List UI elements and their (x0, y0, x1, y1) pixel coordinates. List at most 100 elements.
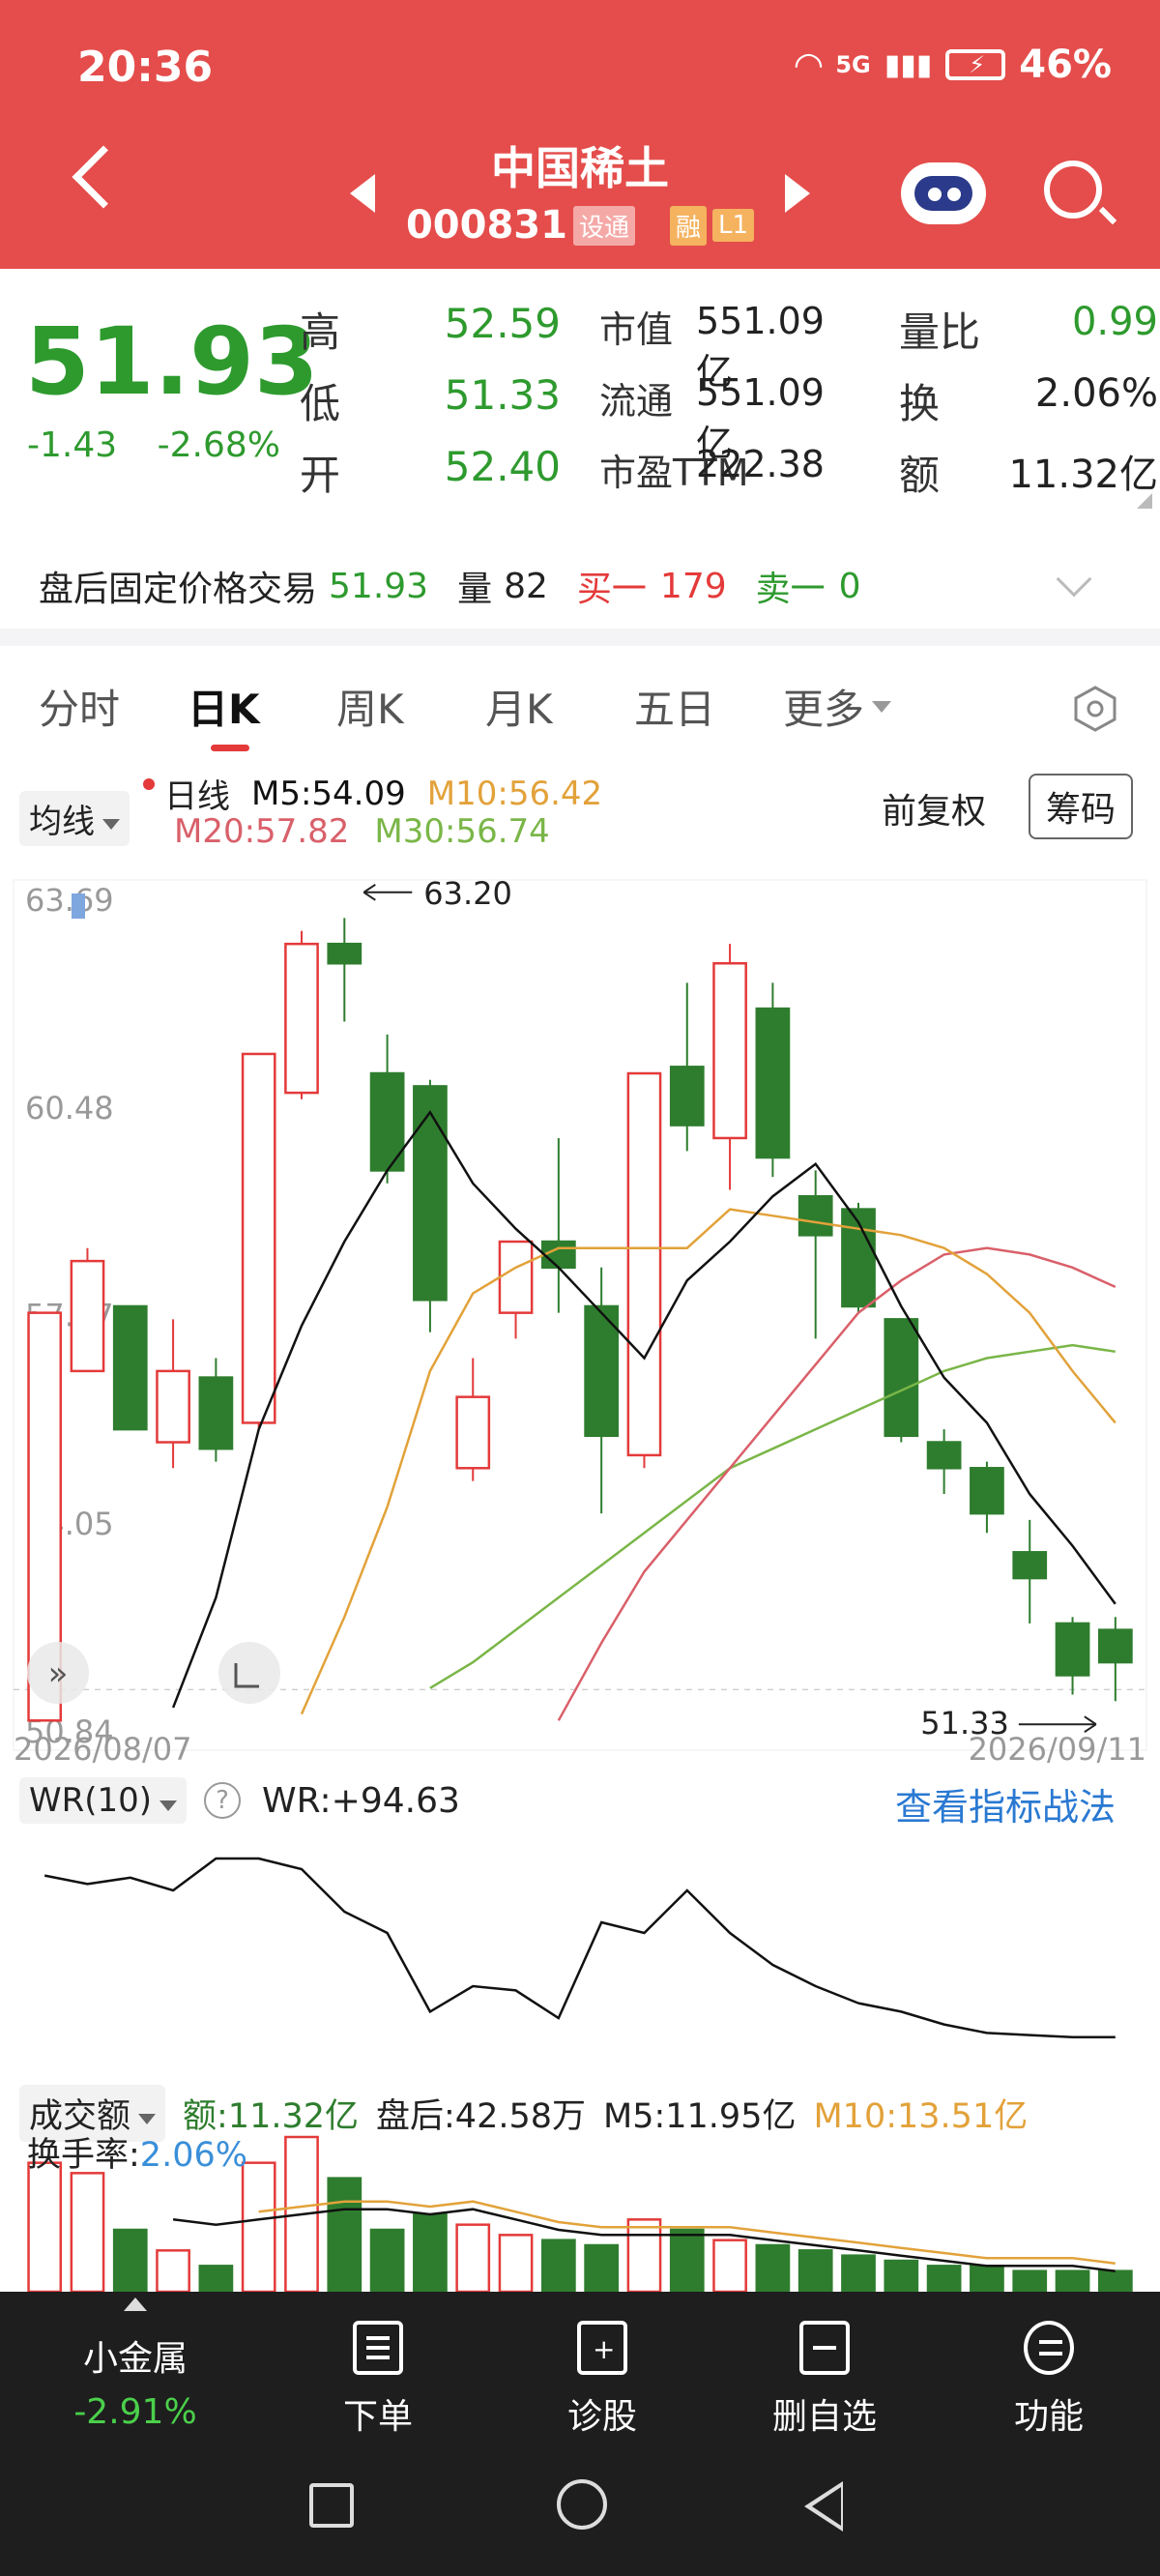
sector-name: 小金属 (82, 2339, 188, 2379)
tab-more[interactable]: 更多 (783, 677, 932, 736)
sector-button[interactable]: 小金属 -2.91% (48, 2330, 222, 2432)
quote-value-green-v1-row2: 51.33 (444, 371, 561, 419)
change-percent: -2.68% (157, 425, 280, 465)
amount-bar-down (884, 2259, 919, 2292)
amount-bar-up (241, 2161, 276, 2292)
sector-up-icon (68, 2292, 203, 2311)
quote-value-green-v1-row1: 52.59 (444, 300, 561, 347)
tab-monthly-k[interactable]: 月K (485, 677, 634, 736)
robot-assistant-icon[interactable] (901, 162, 986, 224)
amount-bar-down (755, 2243, 791, 2292)
back-nav-icon[interactable] (804, 2481, 843, 2532)
settings-hexagon-icon[interactable] (1071, 685, 1119, 733)
turnover-label: 换手率: (27, 2136, 140, 2175)
kline-chart-icon (72, 893, 85, 919)
fullscreen-button[interactable] (218, 1642, 280, 1704)
buy1-label: 买一 (576, 570, 647, 609)
order-label: 下单 (342, 2397, 413, 2437)
status-icons: ◠ 5G ▮▮▮ ⚡ 46% (796, 43, 1112, 87)
turnover-row: 换手率:2.06% (27, 2127, 247, 2177)
amount-bar-up (712, 2239, 747, 2292)
candle-down (540, 1240, 576, 1270)
chart-frame (13, 879, 1147, 1751)
ma30-line (429, 1343, 1116, 1689)
order-button[interactable]: 下单 (305, 2321, 450, 2439)
stock-name: 中国稀土 (491, 142, 669, 194)
remove-watchlist-icon (799, 2321, 850, 2375)
tab-more-label: 更多 (783, 686, 865, 733)
amount-bar-down (841, 2254, 876, 2292)
amount-bar-down (1097, 2269, 1133, 2292)
amount-bar-down (540, 2239, 576, 2292)
amount-bar-down (369, 2228, 405, 2292)
divider (0, 629, 1160, 646)
quote-value-v3-row2: 2.06% (1034, 371, 1158, 416)
amount-bar-down (112, 2228, 148, 2292)
amount-bar-down (413, 2212, 448, 2292)
afterhours-price: 51.93 (329, 566, 429, 606)
candle-up (712, 962, 747, 1140)
amount-bar-down (669, 2228, 705, 2292)
remove-watchlist-button[interactable]: 删自选 (752, 2321, 897, 2439)
double-chevron-icon: » (48, 1654, 69, 1693)
candle-down (112, 1304, 148, 1431)
chevron-down-icon[interactable] (1056, 561, 1092, 598)
candle-down (884, 1318, 919, 1438)
price-change: -1.43 -2.68% (27, 425, 309, 465)
bottom-action-bar: 小金属 -2.91% 下单 + 诊股 删自选 功能 (0, 2292, 1160, 2437)
amount-bar-up (27, 2161, 63, 2292)
y-tick-label: 63.69 (25, 882, 114, 919)
quote-label-l1-row2: 低 (300, 380, 341, 427)
amount-m5: M5:11.95亿 (603, 2097, 797, 2136)
high-price-marker: 63.20 (423, 875, 512, 912)
candle-up (241, 1052, 276, 1424)
tab-five-day[interactable]: 五日 (634, 677, 783, 736)
order-icon (353, 2321, 403, 2375)
wr-selector[interactable]: WR(10) (19, 1777, 188, 1824)
quote-label-l1-row3: 开 (300, 452, 341, 499)
candle-down (327, 942, 362, 965)
afterhours-row[interactable]: 盘后固定价格交易 51.93 量 82 买一 179 卖一 0 (39, 561, 861, 611)
amount-bar-down (926, 2265, 962, 2292)
candle-down (1097, 1628, 1133, 1664)
candle-down (413, 1085, 448, 1302)
buy1-value: 179 (659, 566, 727, 606)
quote-label-l3-row3: 额 (899, 452, 941, 499)
current-price: 51.93 (25, 307, 319, 416)
indicator-strategy-link[interactable]: 查看指标战法 (895, 1777, 1116, 1830)
candle-down (970, 1467, 1004, 1515)
home-icon[interactable] (557, 2479, 607, 2530)
diagnose-label: 诊股 (566, 2397, 637, 2437)
amount-bar-down (584, 2243, 620, 2292)
tab-intraday[interactable]: 分时 (39, 677, 188, 736)
wr-value: WR:+94.63 (262, 1780, 460, 1821)
candle-up (156, 1369, 190, 1444)
wifi-icon: ◠ (795, 44, 823, 85)
amount-bar-up (455, 2223, 491, 2292)
menu-icon (1024, 2321, 1074, 2375)
market-tag: 设通 (572, 205, 635, 246)
amount-bar-down (1055, 2269, 1090, 2292)
period-tabs: 分时 日K 周K 月K 五日 更多 (39, 677, 932, 751)
amount-bar-down (198, 2265, 234, 2292)
caret-down-icon (160, 1781, 177, 1820)
afterhours-amount: 盘后:42.58万 (376, 2097, 587, 2136)
function-button[interactable]: 功能 (976, 2321, 1121, 2439)
tab-daily-k[interactable]: 日K (188, 677, 336, 751)
recents-icon[interactable] (309, 2483, 354, 2528)
stock-code: 000831 (405, 203, 567, 248)
margin-tag: 融 (669, 205, 707, 246)
amount-bar-up (626, 2218, 662, 2292)
afterhours-vol-label: 量 (457, 570, 493, 609)
wr-selector-label: WR(10) (29, 1781, 153, 1820)
diagnose-button[interactable]: + 诊股 (530, 2321, 675, 2439)
candle-up (626, 1071, 662, 1457)
level-tag: L1 (712, 209, 755, 242)
help-icon[interactable]: ? (204, 1782, 242, 1819)
tab-weekly-k[interactable]: 周K (336, 677, 485, 736)
signal-icon: ▮▮▮ (884, 47, 933, 82)
battery-level: 46% (1019, 43, 1112, 87)
candle-down (926, 1441, 962, 1470)
search-icon[interactable] (1044, 161, 1102, 219)
chart-svg[interactable]: 63.6960.4857.2754.0550.8463.2051.332026/… (0, 764, 1160, 2292)
